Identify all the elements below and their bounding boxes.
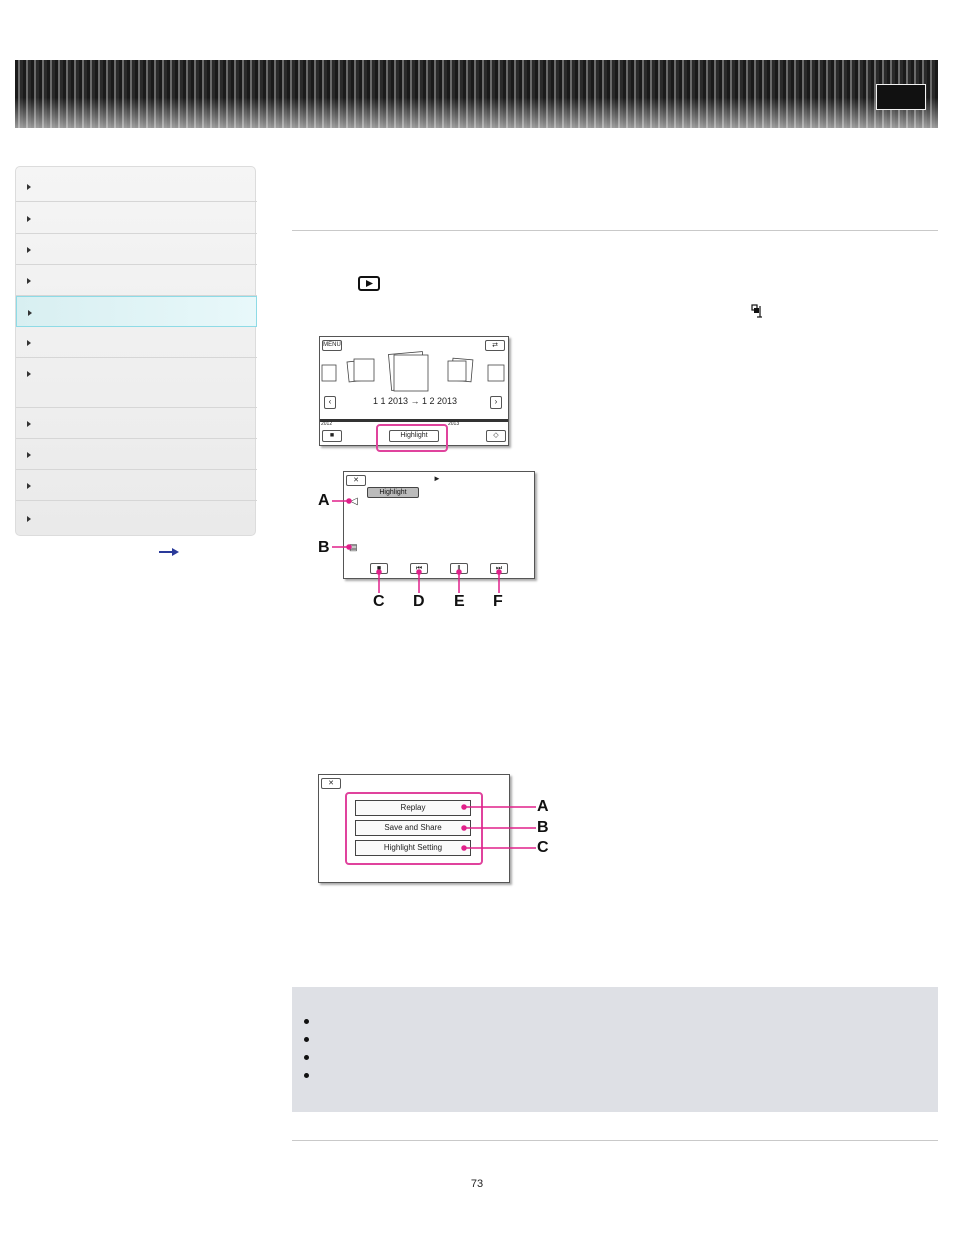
date-range: 1 1 2013 → 1 2 2013 bbox=[372, 396, 458, 406]
notes-box bbox=[292, 987, 938, 1112]
event-thumbnails[interactable] bbox=[320, 351, 508, 393]
chevron-right-icon bbox=[27, 216, 31, 222]
year-left: 2012 bbox=[321, 421, 333, 427]
header-banner bbox=[15, 60, 938, 128]
sidebar-item-7[interactable] bbox=[16, 358, 257, 408]
bullet-icon bbox=[304, 1019, 309, 1024]
chevron-right-icon bbox=[27, 452, 31, 458]
sidebar-item-8[interactable] bbox=[16, 408, 257, 439]
figure3-callout-lines bbox=[461, 804, 536, 851]
close-icon[interactable]: ✕ bbox=[346, 475, 366, 486]
sidebar-nav bbox=[15, 166, 257, 536]
close-icon[interactable]: ✕ bbox=[321, 778, 341, 789]
page-number: 73 bbox=[470, 1178, 484, 1190]
playback-icon bbox=[358, 276, 380, 291]
year-right: 2013 bbox=[448, 421, 460, 427]
callout-d: D bbox=[413, 593, 425, 610]
chevron-right-icon bbox=[27, 340, 31, 346]
menu-callout-a: A bbox=[537, 798, 549, 815]
chevron-right-icon[interactable]: › bbox=[490, 396, 502, 409]
chevron-right-icon bbox=[28, 310, 32, 316]
callout-f: F bbox=[493, 593, 503, 610]
menu-callout-b: B bbox=[537, 819, 549, 836]
sidebar-item-6[interactable] bbox=[16, 327, 257, 358]
play-indicator-icon: ► bbox=[433, 474, 441, 483]
timeline-bar[interactable] bbox=[320, 419, 508, 422]
chevron-right-icon bbox=[27, 184, 31, 190]
chevron-right-icon bbox=[27, 421, 31, 427]
arrow-right-icon[interactable] bbox=[159, 547, 179, 557]
chevron-right-icon bbox=[27, 371, 31, 377]
banner-box[interactable] bbox=[876, 84, 926, 110]
highlight-callout-box bbox=[376, 424, 448, 452]
sidebar-item-5-active[interactable] bbox=[16, 296, 257, 327]
chevron-right-icon bbox=[27, 483, 31, 489]
switch-icon[interactable]: ⇄ bbox=[485, 340, 505, 351]
sidebar-item-2[interactable] bbox=[16, 202, 257, 234]
sidebar-item-9[interactable] bbox=[16, 439, 257, 470]
chevron-right-icon bbox=[27, 278, 31, 284]
sidebar-item-4[interactable] bbox=[16, 265, 257, 296]
callout-b: B bbox=[318, 539, 330, 556]
footer-divider bbox=[292, 1140, 938, 1141]
sidebar-item-3[interactable] bbox=[16, 234, 257, 265]
chevron-right-icon bbox=[27, 516, 31, 522]
bullet-icon bbox=[304, 1037, 309, 1042]
callout-c: C bbox=[373, 593, 385, 610]
sidebar-item-1[interactable] bbox=[16, 167, 257, 202]
callout-a: A bbox=[318, 492, 330, 509]
bullet-icon bbox=[304, 1073, 309, 1078]
menu-button[interactable]: MENU bbox=[322, 340, 342, 351]
sidebar-item-11[interactable] bbox=[16, 501, 257, 535]
sidebar-item-10[interactable] bbox=[16, 470, 257, 501]
zoom-icon[interactable]: ◇ bbox=[486, 430, 506, 442]
camera-mode-icon[interactable]: ■ bbox=[322, 430, 342, 442]
chevron-left-icon[interactable]: ‹ bbox=[324, 396, 336, 409]
title-divider bbox=[292, 230, 938, 231]
chevron-right-icon bbox=[27, 247, 31, 253]
callout-e: E bbox=[454, 593, 465, 610]
menu-callout-c: C bbox=[537, 839, 549, 856]
highlight-glyph-icon bbox=[751, 304, 762, 318]
bullet-icon bbox=[304, 1055, 309, 1060]
